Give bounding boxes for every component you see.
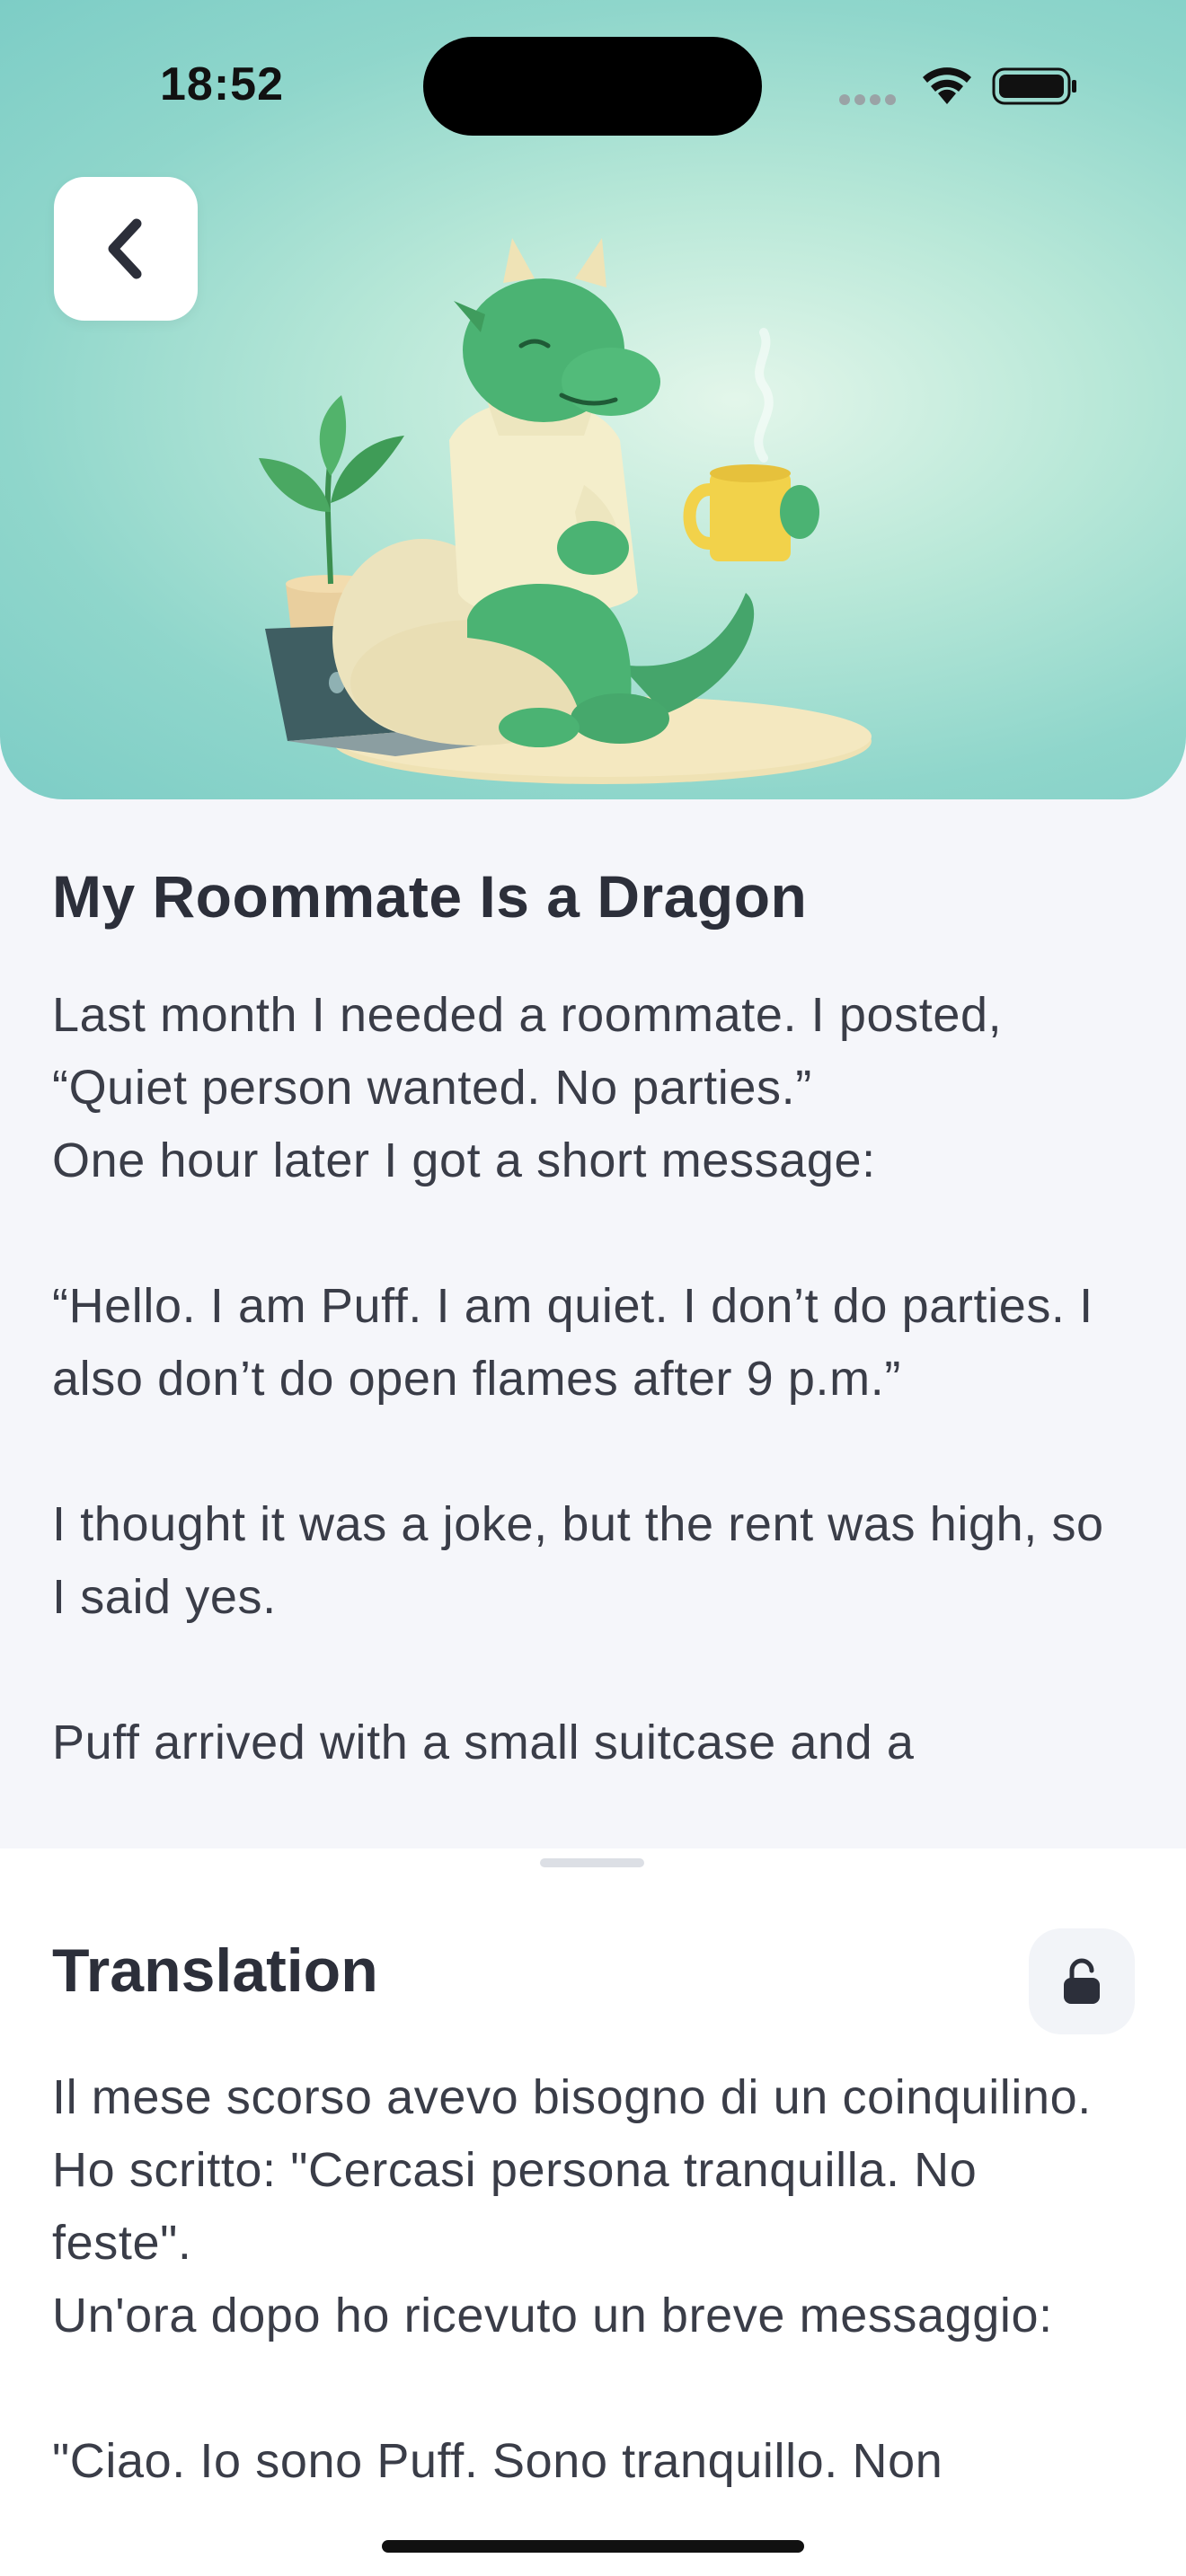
story-body: Last month I needed a roommate. I posted… [52, 979, 1130, 1779]
story-paragraph: Puff arrived with a small suitcase and a [52, 1716, 915, 1769]
translation-body: Il mese scorso avevo bisogno di un coinq… [52, 2061, 1130, 2498]
dynamic-island [423, 37, 762, 136]
translation-paragraph: Il mese scorso avevo bisogno di un coinq… [52, 2070, 1092, 2270]
story-paragraph: One hour later I got a short message: [52, 1134, 876, 1187]
translation-paragraph: Un'ora dopo ho ricevuto un breve messagg… [52, 2289, 1053, 2342]
translation-sheet[interactable]: Translation Il mese scorso avevo bisogno… [0, 1848, 1186, 2576]
hero-header: 18:52 [0, 0, 1186, 799]
battery-icon [992, 67, 1076, 105]
lock-button[interactable] [1029, 1928, 1135, 2034]
translation-title: Translation [52, 1936, 378, 2005]
story-paragraph: “Hello. I am Puff. I am quiet. I don’t d… [52, 1279, 1093, 1406]
status-time: 18:52 [160, 58, 284, 110]
cellular-dots-icon [839, 93, 900, 110]
translation-paragraph: "Ciao. Io sono Puff. Sono tranquillo. No… [52, 2434, 943, 2488]
home-indicator[interactable] [382, 2540, 804, 2553]
story-paragraph: Last month I needed a roommate. I posted… [52, 988, 1003, 1115]
wifi-icon [923, 67, 971, 104]
dragon-illustration [259, 238, 872, 784]
sheet-grabber[interactable] [540, 1858, 644, 1867]
back-button[interactable] [54, 177, 198, 321]
status-bar: 18:52 [0, 0, 1186, 171]
lock-open-icon [1064, 1958, 1100, 2004]
story-title: My Roommate Is a Dragon [52, 863, 808, 930]
chevron-left-icon [108, 218, 142, 279]
story-paragraph: I thought it was a joke, but the rent wa… [52, 1497, 1104, 1624]
